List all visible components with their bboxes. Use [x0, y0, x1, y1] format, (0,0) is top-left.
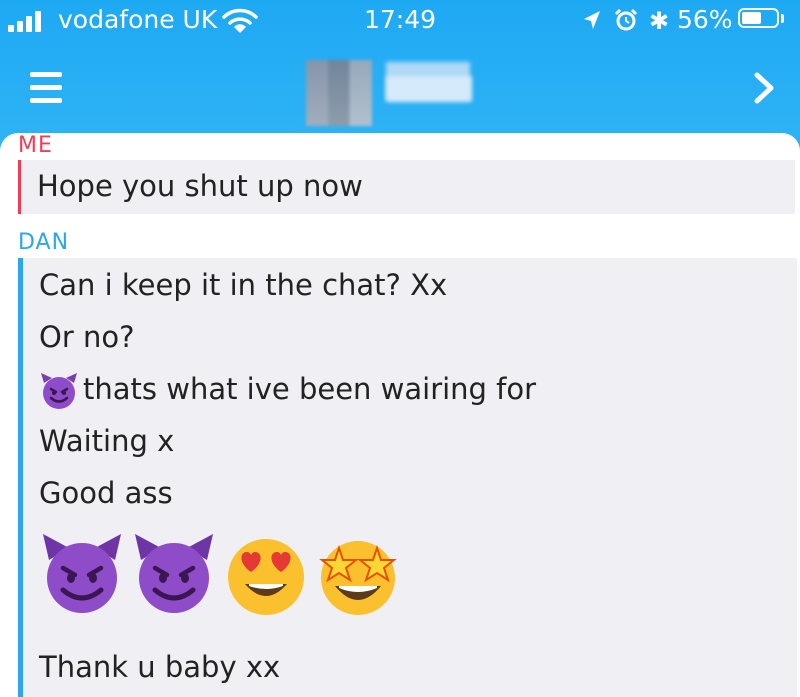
status-bar: vodafone UK 17:49 ✱ 56% [0, 0, 800, 40]
chat-message[interactable]: Good ass [39, 475, 173, 511]
chat-message[interactable]: thats what ive been wairing for [83, 371, 536, 407]
bluetooth-icon: ✱ [649, 7, 670, 35]
message-group-me: Hope you shut up now [18, 160, 795, 214]
battery-icon [738, 8, 779, 28]
chat-message[interactable]: Waiting x [39, 423, 174, 459]
avatar[interactable] [306, 60, 372, 126]
chat-area[interactable]: ME Hope you shut up now DAN Can i keep i… [0, 133, 800, 697]
smiling-devil-icon[interactable] [131, 530, 217, 616]
app-header: vodafone UK 17:49 ✱ 56% ███ [0, 0, 800, 150]
sender-label-me: ME [18, 133, 53, 158]
contact-name-blur [386, 76, 472, 102]
chat-message[interactable]: Hope you shut up now [37, 168, 363, 204]
chat-message[interactable]: Or no? [39, 319, 134, 355]
heart-eyes-icon[interactable] [225, 536, 307, 618]
smiling-devil-icon [41, 373, 77, 409]
alarm-icon [614, 8, 638, 31]
chat-message[interactable]: Thank u baby xx [39, 649, 280, 685]
smiling-devil-icon[interactable] [39, 530, 125, 616]
battery-cap [781, 14, 784, 23]
sender-label-dan: DAN [18, 230, 70, 255]
chevron-right-icon[interactable] [750, 70, 778, 106]
menu-icon[interactable] [30, 72, 62, 104]
battery-percent: 56% [677, 5, 733, 34]
location-arrow-icon [584, 11, 600, 29]
star-struck-icon[interactable] [315, 532, 401, 618]
chat-message[interactable]: Can i keep it in the chat? Xx [39, 267, 447, 303]
message-group-dan: Can i keep it in the chat? Xx Or no? tha… [18, 258, 797, 697]
